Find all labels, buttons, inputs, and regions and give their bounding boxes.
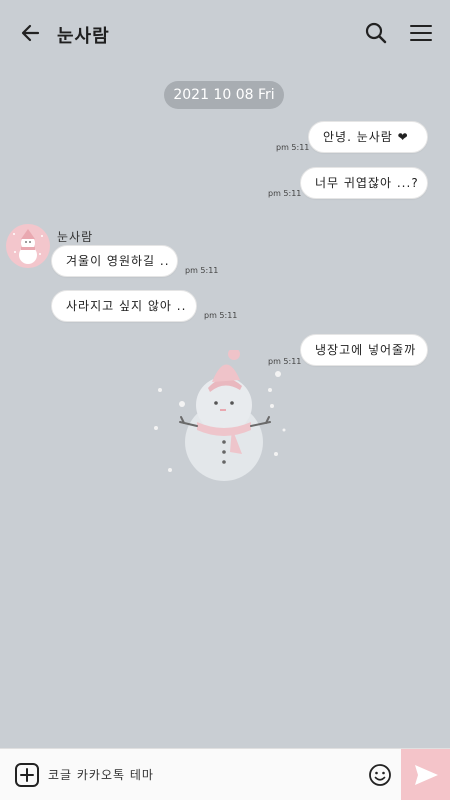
sent-message-bubble[interactable]: 냉장고에 넣어줄까 [300,334,428,366]
sender-name: 눈사람 [57,230,94,244]
message-time: pm 5:11 [268,189,302,198]
received-message-bubble[interactable]: 겨울이 영원하길 .. [51,245,178,277]
message-time: pm 5:11 [204,311,238,320]
search-button[interactable] [363,20,389,46]
message-time: pm 5:11 [185,266,219,275]
add-icon [15,763,39,787]
sent-message-bubble[interactable]: 안녕. 눈사람 ❤ [308,121,428,153]
send-button[interactable] [401,749,450,800]
snowman-avatar-icon [13,229,43,264]
snowman-illustration [150,348,290,490]
emoji-button[interactable] [367,762,393,788]
received-message-bubble[interactable]: 사라지고 싶지 않아 .. [51,290,197,322]
emoji-icon [369,764,391,786]
chat-title: 눈사람 [57,26,110,47]
message-input-bar [0,748,450,800]
message-time: pm 5:11 [276,143,310,152]
menu-button[interactable] [408,20,434,46]
back-arrow-icon [21,24,40,42]
date-divider: 2021 10 08 Fri [164,81,284,109]
send-icon [415,765,438,785]
snowman-icon [154,348,286,481]
message-input[interactable] [48,763,358,787]
sent-message-bubble[interactable]: 너무 귀엽잖아 ...? [300,167,428,199]
search-icon [365,22,387,44]
chat-header: 눈사람 [0,0,450,64]
avatar[interactable] [6,224,50,268]
menu-icon [410,25,432,41]
add-attachment-button[interactable] [14,762,40,788]
back-button[interactable] [18,20,44,46]
